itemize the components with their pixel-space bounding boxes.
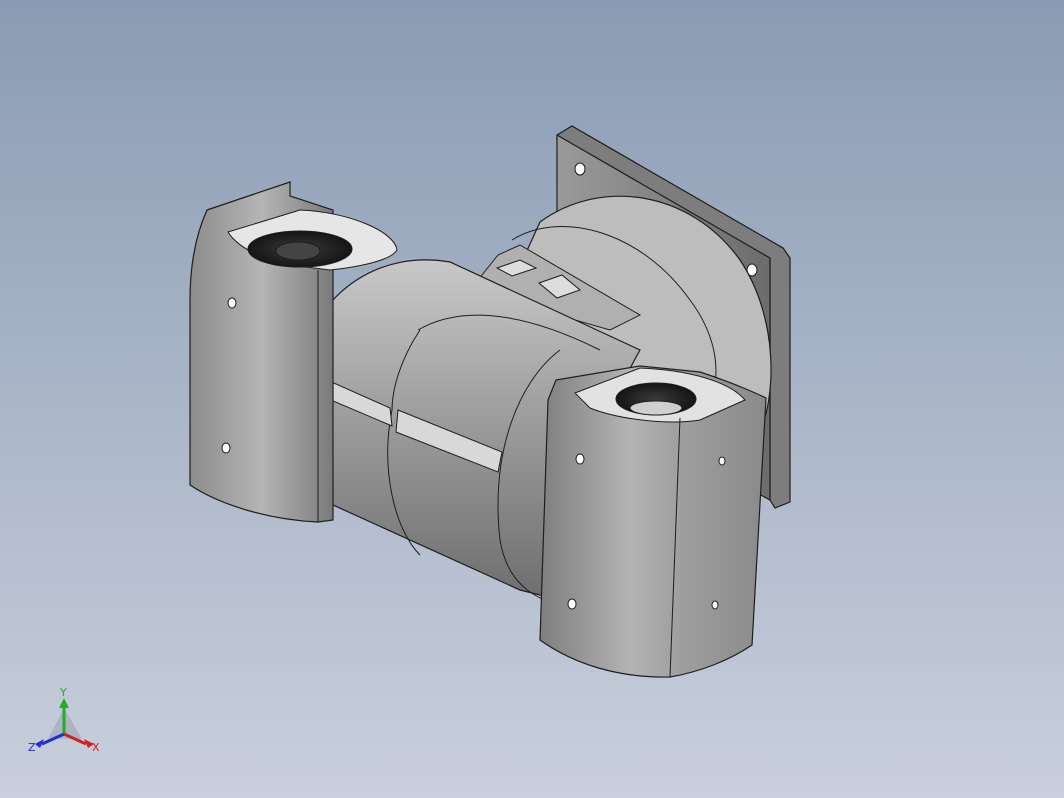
z-axis-label: Z <box>28 741 36 754</box>
y-axis-label: Y <box>59 686 67 699</box>
right-bracket[interactable] <box>539 365 767 678</box>
axis-triad[interactable]: Y X Z <box>24 684 108 756</box>
3d-model-view[interactable] <box>0 0 1064 798</box>
x-axis-label: X <box>92 741 100 754</box>
graphics-viewport[interactable]: Y X Z <box>0 0 1064 798</box>
